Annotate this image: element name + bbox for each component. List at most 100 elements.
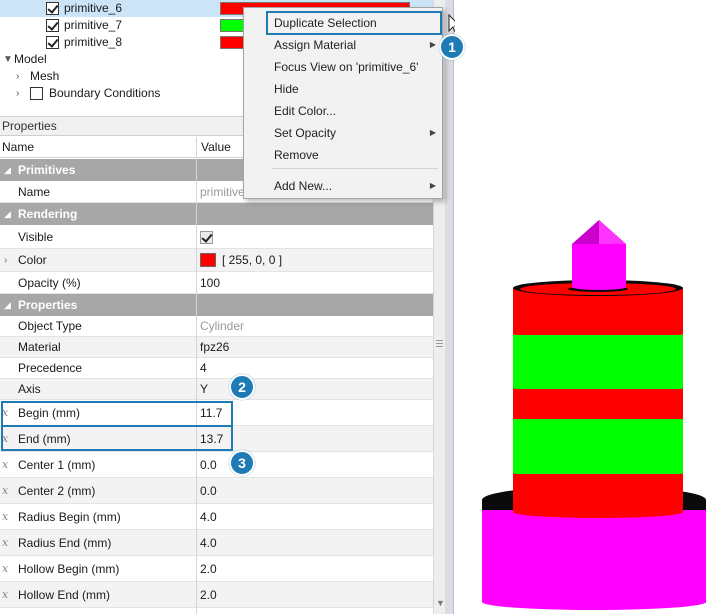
scroll-grip-icon[interactable]: [436, 346, 443, 347]
menu-item-hide[interactable]: Hide: [244, 78, 442, 100]
tree-item-label: Model: [14, 52, 47, 66]
menu-item-focus-view[interactable]: Focus View on 'primitive_6': [244, 56, 442, 78]
menu-item-label: Focus View on 'primitive_6': [274, 60, 419, 74]
prop-value[interactable]: Y: [200, 379, 208, 399]
menu-item-set-opacity[interactable]: Set Opacity ▶: [244, 122, 442, 144]
prop-label: Center 2 (mm): [18, 483, 96, 498]
highlight-divider: [1, 425, 233, 427]
tree-item-label: Boundary Conditions: [49, 86, 161, 100]
prop-label: Material: [18, 340, 61, 354]
prop-value[interactable]: 0.0: [200, 478, 217, 503]
group-properties[interactable]: ◢ Properties: [0, 294, 433, 316]
color-swatch[interactable]: [200, 253, 216, 267]
collapse-icon[interactable]: ◢: [4, 294, 11, 316]
chevron-down-icon[interactable]: ▼: [3, 51, 13, 68]
group-label: Rendering: [18, 207, 78, 221]
prop-value[interactable]: 4.0: [200, 530, 217, 555]
menu-item-label: Assign Material: [274, 38, 357, 52]
collapse-icon[interactable]: ◢: [4, 203, 11, 225]
expression-icon[interactable]: x: [2, 478, 8, 503]
visibility-checkbox[interactable]: [46, 2, 59, 15]
visible-checkbox[interactable]: [200, 231, 213, 244]
prop-label: Object Type: [18, 319, 82, 333]
expression-icon[interactable]: x: [2, 504, 8, 529]
prop-value[interactable]: 4: [200, 358, 207, 378]
expression-icon[interactable]: x: [2, 452, 8, 477]
menu-item-label: Add New...: [274, 179, 333, 193]
prop-label: Name: [18, 184, 51, 199]
prop-label: Hollow Begin (mm): [18, 561, 120, 576]
prop-label: Radius Begin (mm): [18, 509, 121, 524]
menu-item-assign-material[interactable]: Assign Material ▶: [244, 34, 442, 56]
prop-label: Opacity (%): [18, 275, 81, 290]
menu-item-label: Hide: [274, 82, 299, 96]
prop-label: Color: [18, 253, 47, 267]
prop-row-center-2[interactable]: x Center 2 (mm) 0.0: [0, 478, 433, 504]
group-label: Properties: [18, 298, 78, 312]
prop-row-visible[interactable]: Visible: [0, 226, 433, 249]
menu-item-remove[interactable]: Remove: [244, 144, 442, 166]
highlight-duplicate-selection: [266, 11, 442, 35]
chevron-right-icon[interactable]: ›: [4, 249, 7, 271]
chevron-right-icon[interactable]: ›: [16, 85, 19, 102]
expression-icon[interactable]: x: [2, 556, 8, 581]
prop-label: Axis: [18, 382, 41, 396]
prop-row-radius-end[interactable]: x Radius End (mm) 4.0: [0, 530, 433, 556]
callout-badge-2: 2: [229, 374, 255, 400]
3d-viewport[interactable]: [455, 0, 726, 614]
visibility-checkbox[interactable]: [46, 19, 59, 32]
prop-value[interactable]: 2.0: [200, 582, 217, 607]
prop-value[interactable]: 4.0: [200, 504, 217, 529]
panel-splitter[interactable]: [445, 0, 462, 614]
scroll-down-icon[interactable]: ▼: [436, 598, 445, 608]
tree-item-label: primitive_7: [64, 18, 123, 32]
prop-row-radius-begin[interactable]: x Radius Begin (mm) 4.0: [0, 504, 433, 530]
prop-value[interactable]: 0.0: [200, 452, 217, 477]
group-rendering[interactable]: ◢ Rendering: [0, 203, 433, 225]
prop-value: [ 255, 0, 0 ]: [222, 253, 283, 267]
context-menu: Duplicate Selection Assign Material ▶ Foc…: [243, 7, 443, 199]
prop-label: Visible: [18, 230, 54, 244]
visibility-checkbox[interactable]: [46, 36, 59, 49]
prop-row-axis[interactable]: Axis Y: [0, 379, 433, 400]
menu-item-label: Set Opacity: [274, 126, 337, 140]
prop-row-color[interactable]: › Color [ 255, 0, 0 ]: [0, 249, 433, 272]
prop-row-material[interactable]: Material fpz26: [0, 337, 433, 358]
prop-label: Radius End (mm): [18, 535, 112, 550]
color-swatch: [220, 36, 244, 49]
column-value-header[interactable]: Value: [201, 137, 231, 158]
expression-icon[interactable]: x: [2, 582, 8, 607]
prop-row-center-1[interactable]: x Center 1 (mm) 0.0: [0, 452, 433, 478]
cylinder-model-render: [482, 220, 706, 610]
column-name-header[interactable]: Name: [2, 137, 34, 158]
prop-row-opacity[interactable]: Opacity (%) 100: [0, 272, 433, 294]
submenu-arrow-icon: ▶: [429, 40, 436, 49]
tree-item-label: primitive_6: [64, 1, 123, 15]
chevron-right-icon[interactable]: ›: [16, 68, 19, 85]
callout-badge-1: 1: [439, 34, 465, 60]
prop-row-hollow-begin[interactable]: x Hollow Begin (mm) 2.0: [0, 556, 433, 582]
submenu-arrow-icon: ▶: [429, 181, 436, 190]
submenu-arrow-icon: ▶: [429, 128, 436, 137]
menu-item-edit-color[interactable]: Edit Color...: [244, 100, 442, 122]
scroll-grip-icon[interactable]: [436, 340, 443, 341]
prop-value[interactable]: fpz26: [200, 337, 229, 357]
callout-badge-3: 3: [229, 450, 255, 476]
prop-row-object-type[interactable]: Object Type Cylinder: [0, 316, 433, 337]
prop-label: Center 1 (mm): [18, 457, 96, 472]
prop-row-precedence[interactable]: Precedence 4: [0, 358, 433, 379]
prop-value[interactable]: 2.0: [200, 556, 217, 581]
collapse-icon[interactable]: ◢: [4, 159, 11, 181]
prop-row-hollow-end[interactable]: x Hollow End (mm) 2.0: [0, 582, 433, 608]
menu-item-label: Remove: [274, 148, 319, 162]
column-divider[interactable]: [196, 137, 197, 614]
boundary-checkbox[interactable]: [30, 87, 43, 100]
prop-value: Cylinder: [200, 319, 245, 333]
expression-icon[interactable]: x: [2, 530, 8, 555]
menu-item-add-new[interactable]: Add New... ▶: [244, 175, 442, 197]
scroll-grip-icon[interactable]: [436, 343, 443, 344]
prop-label: Precedence: [18, 361, 83, 375]
prop-value[interactable]: 100: [200, 272, 220, 293]
group-label: Primitives: [18, 163, 76, 177]
tree-item-label: Mesh: [30, 69, 60, 83]
